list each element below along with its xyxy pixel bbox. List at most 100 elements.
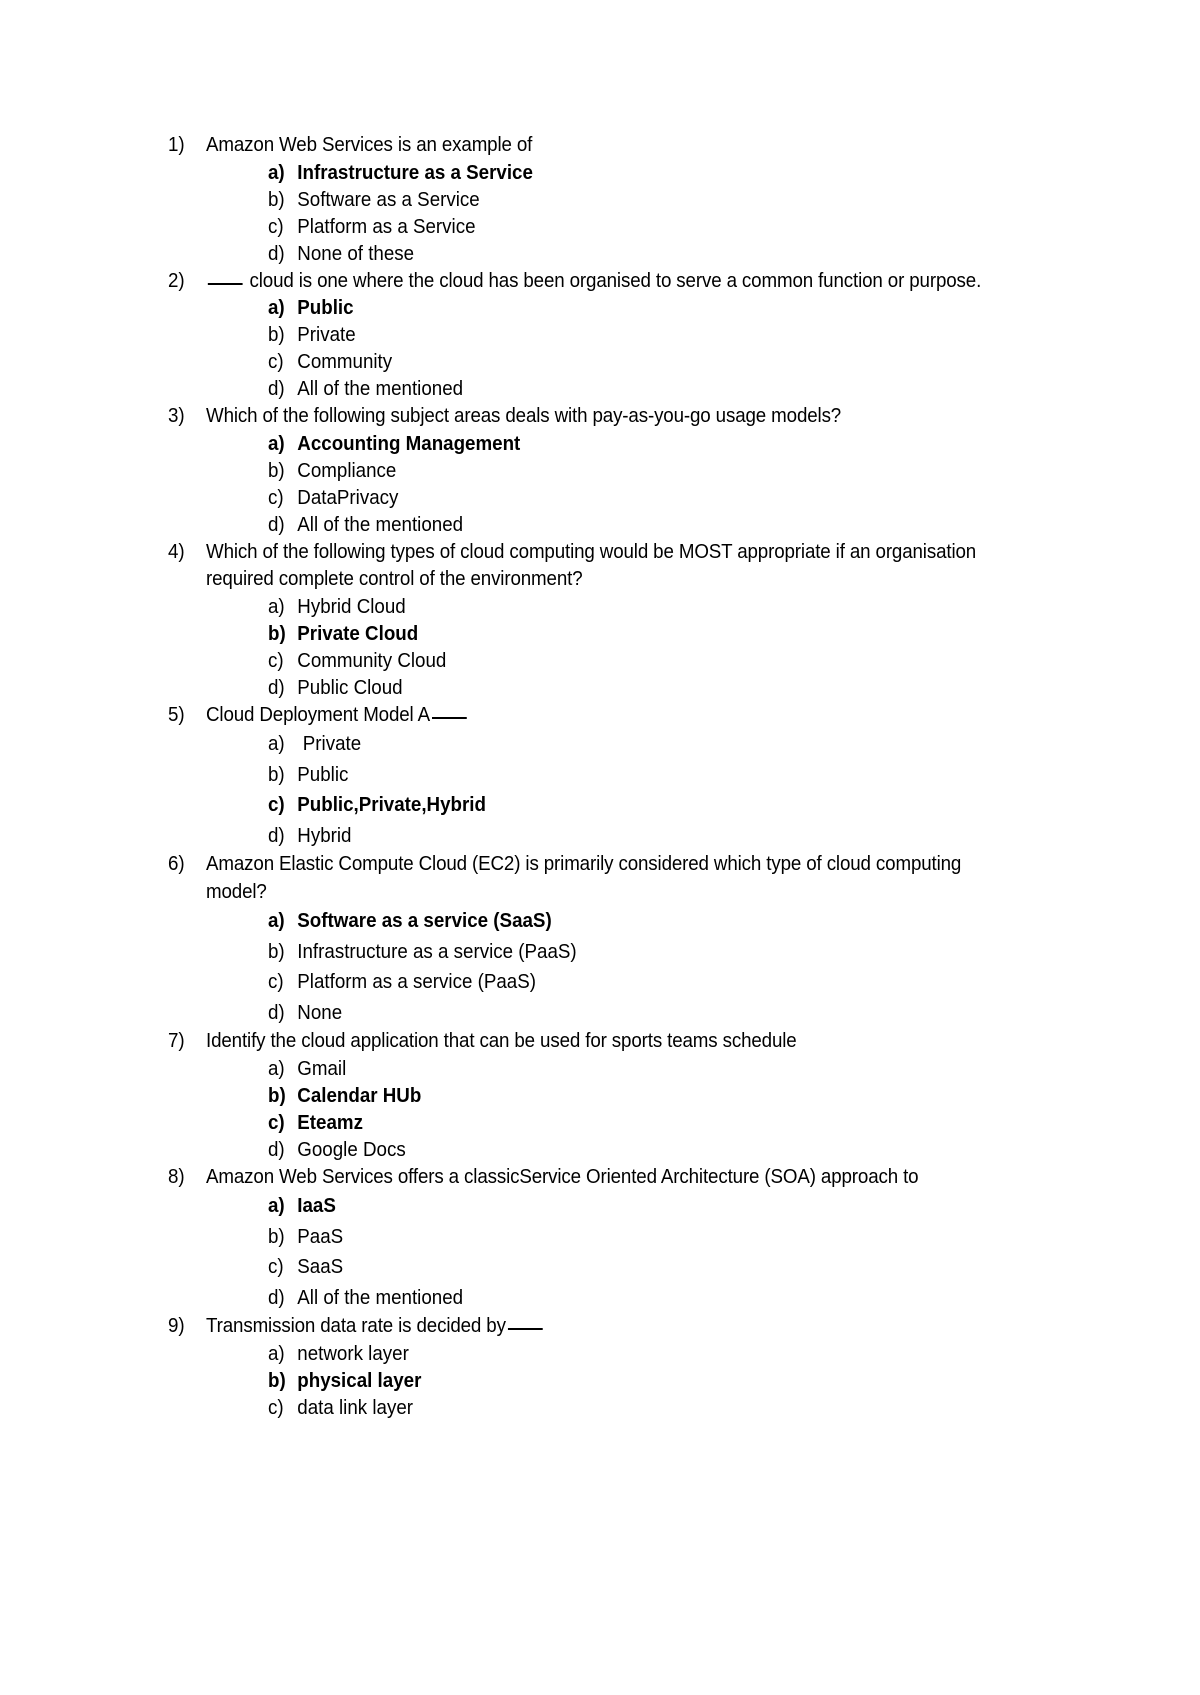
option-item[interactable]: c) Platform as a Service xyxy=(268,213,1017,240)
question-text: cloud is one where the cloud has been or… xyxy=(206,267,987,295)
option-marker: c) xyxy=(268,1395,284,1419)
option-label: network layer xyxy=(297,1341,409,1365)
option-item[interactable]: b) Software as a Service xyxy=(268,186,1017,213)
option-item[interactable]: b) Calendar HUb xyxy=(268,1082,1017,1109)
option-item[interactable]: a) Private xyxy=(268,730,1017,759)
option-label: data link layer xyxy=(297,1395,414,1419)
option-marker: b) xyxy=(268,187,285,211)
option-item[interactable]: b) Infrastructure as a service (PaaS) xyxy=(268,938,1017,967)
option-item[interactable]: a) IaaS xyxy=(268,1192,1017,1221)
option-item[interactable]: c) data link layer xyxy=(268,1394,1017,1421)
question-text: Amazon Web Services offers a classicServ… xyxy=(206,1163,987,1191)
option-marker: a) xyxy=(268,296,285,319)
option-marker: c) xyxy=(268,1255,284,1278)
option-list: a) Software as a service (SaaS) b) Infrastr… xyxy=(206,907,988,1027)
option-marker: d) xyxy=(268,675,285,699)
question-text-span: cloud is one where the cloud has been or… xyxy=(244,268,982,292)
question-item: 7) Identify the cloud application that ca… xyxy=(168,1027,988,1163)
question-number: 1) xyxy=(168,133,185,156)
option-marker: a) xyxy=(268,431,285,455)
option-marker: b) xyxy=(268,1368,286,1392)
blank-fill xyxy=(507,1328,543,1330)
question-text-span: Amazon Elastic Compute Cloud (EC2) is pr… xyxy=(206,852,962,903)
option-label: Infrastructure as a Service xyxy=(297,160,533,184)
question-item: 5) Cloud Deployment Model A a) Private b) Pub… xyxy=(168,701,988,851)
option-marker: c) xyxy=(268,485,284,509)
question-item: 2) cloud is one where the cloud has been… xyxy=(168,267,988,403)
option-item[interactable]: a) Public xyxy=(268,294,1017,321)
option-item[interactable]: d) Hybrid xyxy=(268,822,1017,851)
option-label: Google Docs xyxy=(297,1137,406,1161)
option-marker: b) xyxy=(268,1083,286,1107)
option-marker: d) xyxy=(268,377,285,400)
option-item[interactable]: c) Community Cloud xyxy=(268,647,1017,674)
question-text-span: Transmission data rate is decided by xyxy=(206,1314,506,1337)
option-item[interactable]: d) None xyxy=(268,999,1017,1028)
option-item[interactable]: a) Software as a service (SaaS) xyxy=(268,907,1017,936)
option-list: a) Infrastructure as a Service b) Software … xyxy=(206,159,988,267)
option-marker: a) xyxy=(268,1056,285,1080)
option-list: a) Accounting Management b) Compliance c) Dat… xyxy=(206,430,988,538)
question-text-span: Which of the following types of cloud co… xyxy=(206,539,977,591)
option-label: Accounting Management xyxy=(297,431,521,455)
question-number: 4) xyxy=(168,539,185,563)
option-item[interactable]: b) Public xyxy=(268,761,1017,790)
option-label: Compliance xyxy=(297,458,397,482)
option-marker: a) xyxy=(268,1341,285,1365)
question-number: 8) xyxy=(168,1164,185,1188)
option-marker: b) xyxy=(268,762,285,786)
option-item[interactable]: d) Public Cloud xyxy=(268,674,1017,701)
option-list: a) Private b) Public c) Public,Private,Hybrid… xyxy=(206,730,988,850)
option-list: a) network layer b) physical layer c) data li… xyxy=(206,1340,988,1421)
question-text: Amazon Elastic Compute Cloud (EC2) is pr… xyxy=(206,850,987,905)
option-label: Public,Private,Hybrid xyxy=(297,793,486,816)
option-item[interactable]: c) SaaS xyxy=(268,1253,1017,1282)
option-item[interactable]: b) Compliance xyxy=(268,457,1017,484)
question-text: Which of the following subject areas dea… xyxy=(206,402,987,430)
option-label: Public Cloud xyxy=(297,675,403,699)
option-marker: a) xyxy=(268,160,285,184)
option-item[interactable]: a) network layer xyxy=(268,1340,1017,1367)
option-item[interactable]: c) Community xyxy=(268,348,1017,375)
question-item: 9) Transmission data rate is decided by a)… xyxy=(168,1312,988,1421)
option-item[interactable]: d) All of the mentioned xyxy=(268,375,1017,402)
question-text: Identify the cloud application that can … xyxy=(206,1027,987,1055)
option-label: physical layer xyxy=(297,1368,422,1392)
option-item[interactable]: c) Eteamz xyxy=(268,1109,1017,1136)
option-item[interactable]: a) Infrastructure as a Service xyxy=(268,159,1017,186)
option-item[interactable]: b) Private Cloud xyxy=(268,620,1017,647)
option-marker: c) xyxy=(268,970,284,993)
option-label: Private xyxy=(297,323,356,346)
option-item[interactable]: b) Private xyxy=(268,321,1017,348)
option-label: Platform as a Service xyxy=(297,214,476,238)
option-item[interactable]: c) Public,Private,Hybrid xyxy=(268,791,1017,820)
option-item[interactable]: c) DataPrivacy xyxy=(268,484,1017,511)
option-item[interactable]: d) None of these xyxy=(268,240,1017,267)
option-label: PaaS xyxy=(297,1224,344,1248)
option-marker: d) xyxy=(268,1000,285,1024)
option-label: Software as a Service xyxy=(297,187,480,211)
option-item[interactable]: b) PaaS xyxy=(268,1223,1017,1252)
option-item[interactable]: d) Google Docs xyxy=(268,1136,1017,1163)
option-item[interactable]: a) Hybrid Cloud xyxy=(268,593,1017,620)
option-item[interactable]: d) All of the mentioned xyxy=(268,1284,1017,1313)
option-marker: a) xyxy=(268,1194,285,1217)
question-text: Which of the following types of cloud co… xyxy=(206,538,987,593)
option-label: Eteamz xyxy=(297,1110,363,1134)
option-marker: d) xyxy=(268,512,285,536)
option-marker: b) xyxy=(268,323,285,346)
option-marker: c) xyxy=(268,214,284,238)
option-item[interactable]: b) physical layer xyxy=(268,1367,1017,1394)
option-item[interactable]: d) All of the mentioned xyxy=(268,511,1017,538)
option-list: a) Public b) Private c) Community d) All of the… xyxy=(206,294,988,402)
option-item[interactable]: a) Gmail xyxy=(268,1055,1017,1082)
quiz-body: 1) Amazon Web Services is an example of a)… xyxy=(168,131,988,1421)
option-label: SaaS xyxy=(297,1255,344,1278)
option-item[interactable]: c) Platform as a service (PaaS) xyxy=(268,968,1017,997)
option-marker: c) xyxy=(268,648,284,672)
option-marker: b) xyxy=(268,621,286,645)
option-item[interactable]: a) Accounting Management xyxy=(268,430,1017,457)
option-label: Software as a service (SaaS) xyxy=(297,909,552,932)
question-text: Transmission data rate is decided by xyxy=(206,1312,987,1340)
option-marker: b) xyxy=(268,1224,285,1248)
